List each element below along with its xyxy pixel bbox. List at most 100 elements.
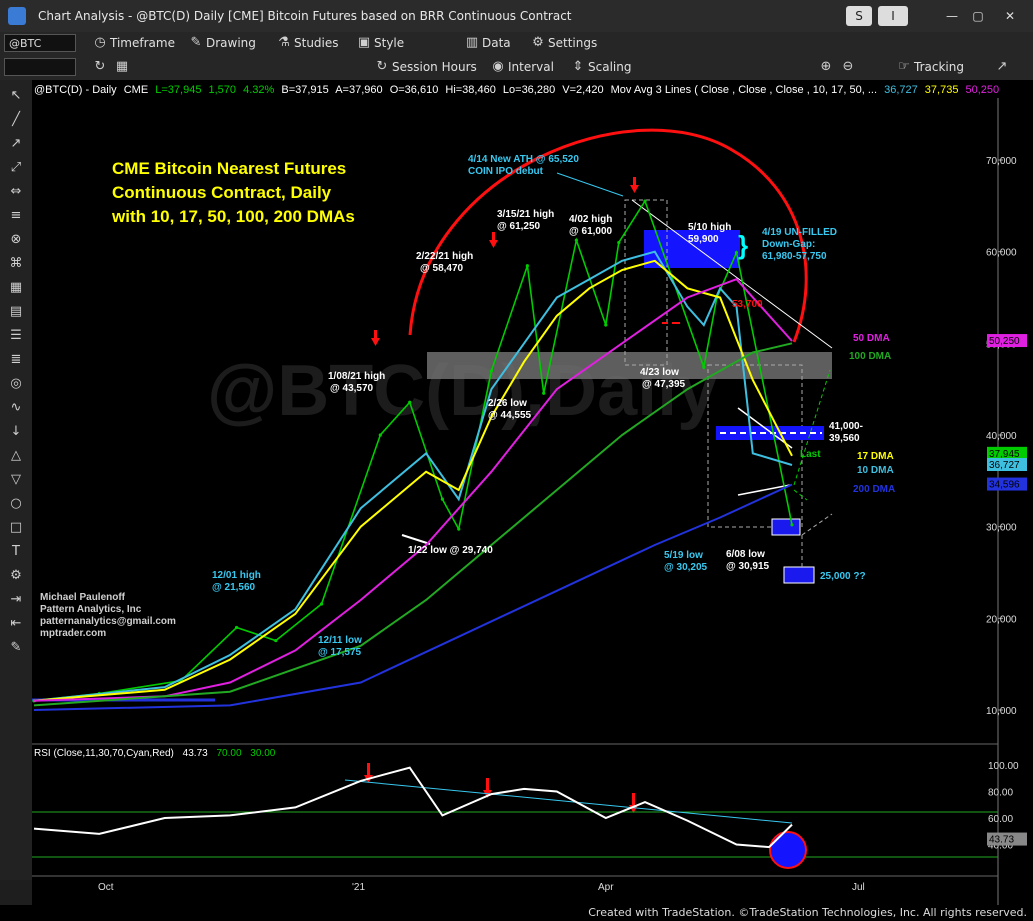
rsi-tick-label: 80.00 [988, 788, 1013, 799]
ray-alt-icon[interactable]: ⤢ [8, 160, 24, 176]
hlines-icon[interactable]: ≣ [8, 352, 24, 368]
timeframe-menu[interactable]: Timeframe [110, 36, 175, 50]
svg-text:COIN IPO debut: COIN IPO debut [468, 166, 544, 177]
arrow-down-icon[interactable]: ↓ [8, 424, 24, 440]
secondary-input[interactable] [4, 58, 76, 76]
toolbar-secondary: ↻ ▦ ↻ Session Hours ◉ Interval ⇕ Scaling… [0, 56, 1033, 80]
gear-tool-icon[interactable]: ⚙ [8, 568, 24, 584]
grid-icon[interactable]: ▦ [8, 280, 24, 296]
price-point [643, 199, 647, 203]
interval-menu[interactable]: Interval [508, 60, 554, 74]
rsi-label: RSI (Close,11,30,70,Cyan,Red) [34, 748, 174, 759]
tracking-menu[interactable]: Tracking [914, 60, 964, 74]
data-menu[interactable]: Data [482, 36, 511, 50]
svg-text:@ 61,000: @ 61,000 [569, 226, 613, 237]
fib-icon[interactable]: ≡ [8, 208, 24, 224]
header-ma-label: Mov Avg 3 Lines ( Close , Close , Close … [611, 84, 877, 96]
maximize-icon[interactable]: ▢ [968, 6, 988, 26]
collapse-icon[interactable]: ⇤ [8, 616, 24, 632]
zoom-in-icon[interactable]: ⊕ [818, 59, 834, 75]
triangle-up-icon[interactable]: △ [8, 448, 24, 464]
fib-fan-icon[interactable]: ⌘ [8, 256, 24, 272]
svg-text:@ 58,470: @ 58,470 [420, 263, 464, 274]
svg-text:2/22/21 high: 2/22/21 high [416, 251, 473, 262]
svg-text:12/01 high: 12/01 high [212, 570, 261, 581]
svg-text:@ 44,555: @ 44,555 [488, 410, 532, 421]
symbol-input[interactable]: @BTC [4, 34, 76, 52]
refresh-icon[interactable]: ↻ [92, 59, 108, 75]
svg-text:Last: Last [800, 449, 821, 460]
minimize-icon[interactable]: — [942, 6, 962, 26]
price-point [274, 638, 278, 643]
price-point [234, 625, 239, 630]
circle-tool-icon[interactable]: ◎ [8, 376, 24, 392]
arrows-icon[interactable]: ⇔ [8, 184, 24, 200]
ellipse-icon[interactable]: ○ [8, 496, 24, 512]
tracking-icon: ☞ [898, 59, 910, 74]
style-menu[interactable]: Style [374, 36, 404, 50]
price-tag-label: 34,596 [989, 480, 1020, 491]
text-tool-icon[interactable]: T [8, 544, 24, 560]
svg-text:200 DMA: 200 DMA [853, 484, 895, 495]
channel-icon[interactable]: ▤ [8, 304, 24, 320]
svg-text:39,560: 39,560 [829, 433, 860, 444]
chart-title-3: with 10, 17, 50, 100, 200 DMAs [111, 207, 355, 226]
style-icon: ▣ [357, 35, 371, 50]
chart-title-block: CME Bitcoin Nearest Futures Continuous C… [111, 159, 355, 226]
footer-text: Created with TradeStation. ©TradeStation… [588, 906, 1027, 919]
svg-text:4/02 high: 4/02 high [569, 214, 612, 225]
close-icon[interactable]: ✕ [1000, 6, 1020, 26]
timeframe-icon: ◷ [94, 35, 106, 50]
rsi-ob: 70.00 [216, 748, 241, 759]
pointer-icon[interactable]: ↖ [8, 88, 24, 104]
svg-text:100 DMA: 100 DMA [849, 351, 891, 362]
gann-icon[interactable]: ⊗ [8, 232, 24, 248]
svg-text:Michael Paulenoff: Michael Paulenoff [40, 592, 126, 603]
header-ma50: 50,250 [966, 84, 1000, 96]
ray-tool-icon[interactable]: ↗ [8, 136, 24, 152]
levels-icon[interactable]: ☰ [8, 328, 24, 344]
y-tick-label: 20,000 [986, 614, 1017, 625]
scaling-menu[interactable]: Scaling [588, 60, 631, 74]
x-tick-label: Jul [852, 882, 865, 893]
rsi-circle [769, 831, 807, 869]
edit-icon[interactable]: ✎ [8, 640, 24, 656]
s-button[interactable]: S [846, 6, 872, 26]
pin-icon[interactable]: ↗ [994, 59, 1010, 75]
rectangle-icon[interactable]: □ [8, 520, 24, 536]
scaling-icon: ⇕ [572, 59, 584, 74]
svg-text:@ 47,395: @ 47,395 [642, 379, 686, 390]
svg-text:5/10 high: 5/10 high [688, 222, 731, 233]
price-point [378, 433, 382, 437]
zoom-out-icon[interactable]: ⊖ [840, 59, 856, 75]
settings-menu[interactable]: Settings [548, 36, 597, 50]
header-change: 1,570 [209, 84, 237, 96]
price-point [702, 365, 706, 369]
price-point [790, 523, 794, 527]
i-button[interactable]: I [878, 6, 908, 26]
triangle-down-icon[interactable]: ▽ [8, 472, 24, 488]
expand-icon[interactable]: ⇥ [8, 592, 24, 608]
header-low: Lo=36,280 [503, 84, 555, 96]
y-tick-label: 70,000 [986, 156, 1017, 167]
header-pct: 4.32% [243, 84, 274, 96]
svg-text:4/19 UN-FILLED: 4/19 UN-FILLED [762, 227, 837, 238]
svg-text:12/11 low: 12/11 low [318, 635, 362, 646]
rsi-value: 43.73 [183, 748, 208, 759]
session-hours-menu[interactable]: Session Hours [392, 60, 477, 74]
header-symbol: @BTC(D) - Daily [34, 84, 117, 96]
price-point [525, 264, 529, 268]
x-tick-label: '21 [352, 882, 365, 893]
svg-text:5/19 low: 5/19 low [664, 550, 703, 561]
price-chart[interactable]: @BTC(D),Daily @BTC(D) - Daily CME L=37,9… [32, 80, 1033, 905]
header-high: Hi=38,460 [445, 84, 495, 96]
wave-icon[interactable]: ∿ [8, 400, 24, 416]
window-titlebar: Chart Analysis - @BTC(D) Daily [CME] Bit… [0, 0, 1033, 32]
drawing-menu[interactable]: Drawing [206, 36, 256, 50]
svg-text:25,000 ??: 25,000 ?? [820, 571, 866, 582]
studies-menu[interactable]: Studies [294, 36, 339, 50]
studies-icon: ⚗ [278, 35, 290, 50]
settings-icon: ⚙ [532, 35, 544, 50]
chart-type-icon[interactable]: ▦ [114, 59, 130, 75]
line-tool-icon[interactable]: ╱ [8, 112, 24, 128]
